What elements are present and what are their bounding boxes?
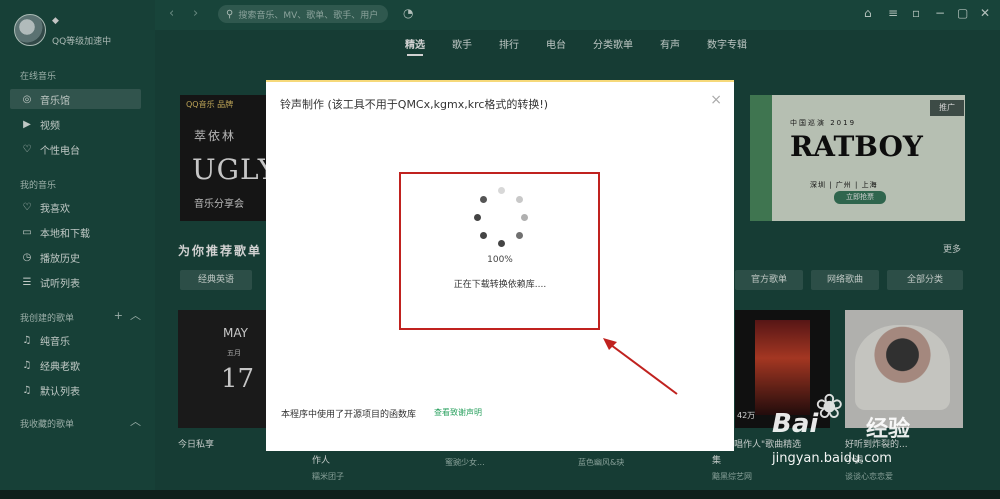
watermark-brand: Bai: [772, 409, 819, 439]
credit-text: 本程序中使用了开源项目的函数库: [281, 410, 417, 420]
highlight-box: [399, 172, 600, 330]
annotation-arrow-icon: [603, 338, 678, 395]
close-icon[interactable]: ×: [710, 92, 722, 108]
dialog-title: 铃声制作 (该工具不用于QMCx,kgmx,krc格式的转换!): [280, 98, 549, 111]
watermark: ❀ Bai 经验 jingyan.baidu.com: [770, 387, 985, 495]
watermark-url: jingyan.baidu.com: [772, 451, 892, 466]
paw-logo-icon: ❀: [815, 387, 844, 427]
credit-link[interactable]: 查看致谢声明: [434, 407, 482, 418]
watermark-brand-cn: 经验: [866, 417, 911, 442]
